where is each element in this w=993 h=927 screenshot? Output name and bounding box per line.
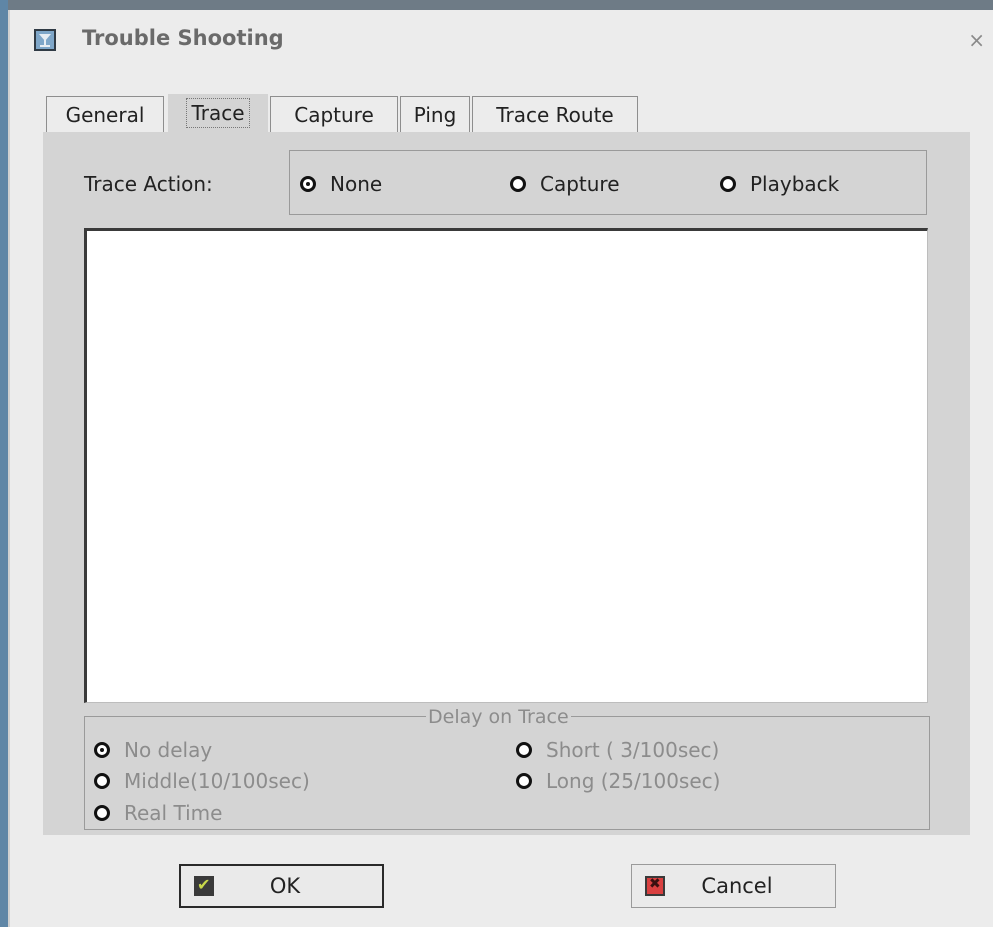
- radio-unselected-icon: [510, 176, 526, 192]
- window-inner-border: [8, 10, 10, 927]
- tab-capture[interactable]: Capture: [270, 96, 398, 132]
- delay-real-time-radio[interactable]: Real Time: [94, 801, 222, 825]
- ok-button-label: OK: [269, 874, 301, 898]
- title-bar[interactable]: Trouble Shooting ×: [10, 10, 993, 72]
- tab-label: Trace: [186, 98, 250, 128]
- delay-short-radio[interactable]: Short ( 3/100sec): [516, 738, 719, 762]
- radio-label: No delay: [124, 738, 213, 762]
- radio-unselected-icon: [94, 805, 110, 821]
- radio-unselected-icon: [516, 742, 532, 758]
- tab-general[interactable]: General: [46, 96, 164, 132]
- tab-label: General: [65, 103, 145, 127]
- close-icon[interactable]: ×: [968, 30, 985, 50]
- window-top-border: [0, 0, 993, 10]
- cancel-button[interactable]: Cancel: [631, 864, 836, 908]
- radio-label: Capture: [540, 172, 620, 196]
- delay-long-radio[interactable]: Long (25/100sec): [516, 769, 720, 793]
- radio-selected-icon: [300, 176, 316, 192]
- checkmark-icon: [194, 875, 214, 896]
- trace-action-playback-radio[interactable]: Playback: [720, 172, 839, 196]
- cancel-button-label: Cancel: [701, 874, 773, 898]
- ok-button[interactable]: OK: [179, 864, 384, 908]
- delay-on-trace-legend: Delay on Trace: [426, 706, 571, 728]
- cancel-x-icon: [645, 876, 665, 896]
- trace-action-none-radio[interactable]: None: [300, 172, 382, 196]
- radio-unselected-icon: [720, 176, 736, 192]
- trouble-shooting-icon: [34, 29, 56, 51]
- window-title: Trouble Shooting: [82, 26, 284, 50]
- tab-label: Ping: [413, 103, 457, 127]
- tab-ping[interactable]: Ping: [400, 96, 470, 132]
- radio-label: None: [330, 172, 383, 196]
- radio-unselected-icon: [516, 773, 532, 789]
- delay-no-delay-radio[interactable]: No delay: [94, 738, 212, 762]
- tab-label: Capture: [294, 103, 374, 127]
- tab-trace[interactable]: Trace: [168, 94, 268, 132]
- radio-selected-icon: [94, 742, 110, 758]
- trace-action-capture-radio[interactable]: Capture: [510, 172, 620, 196]
- radio-label: Real Time: [124, 801, 223, 825]
- radio-label: Playback: [750, 172, 840, 196]
- trace-action-label: Trace Action:: [84, 172, 213, 196]
- window-left-border: [0, 0, 8, 927]
- delay-middle-radio[interactable]: Middle(10/100sec): [94, 769, 310, 793]
- trace-output-area[interactable]: [84, 228, 928, 703]
- tab-trace-route[interactable]: Trace Route: [472, 96, 638, 132]
- radio-label: Long (25/100sec): [546, 769, 721, 793]
- radio-unselected-icon: [94, 773, 110, 789]
- tab-label: Trace Route: [496, 103, 614, 127]
- radio-label: Short ( 3/100sec): [546, 738, 720, 762]
- radio-label: Middle(10/100sec): [124, 769, 310, 793]
- trouble-shooting-window: Trouble Shooting × General Trace Capture…: [0, 0, 993, 927]
